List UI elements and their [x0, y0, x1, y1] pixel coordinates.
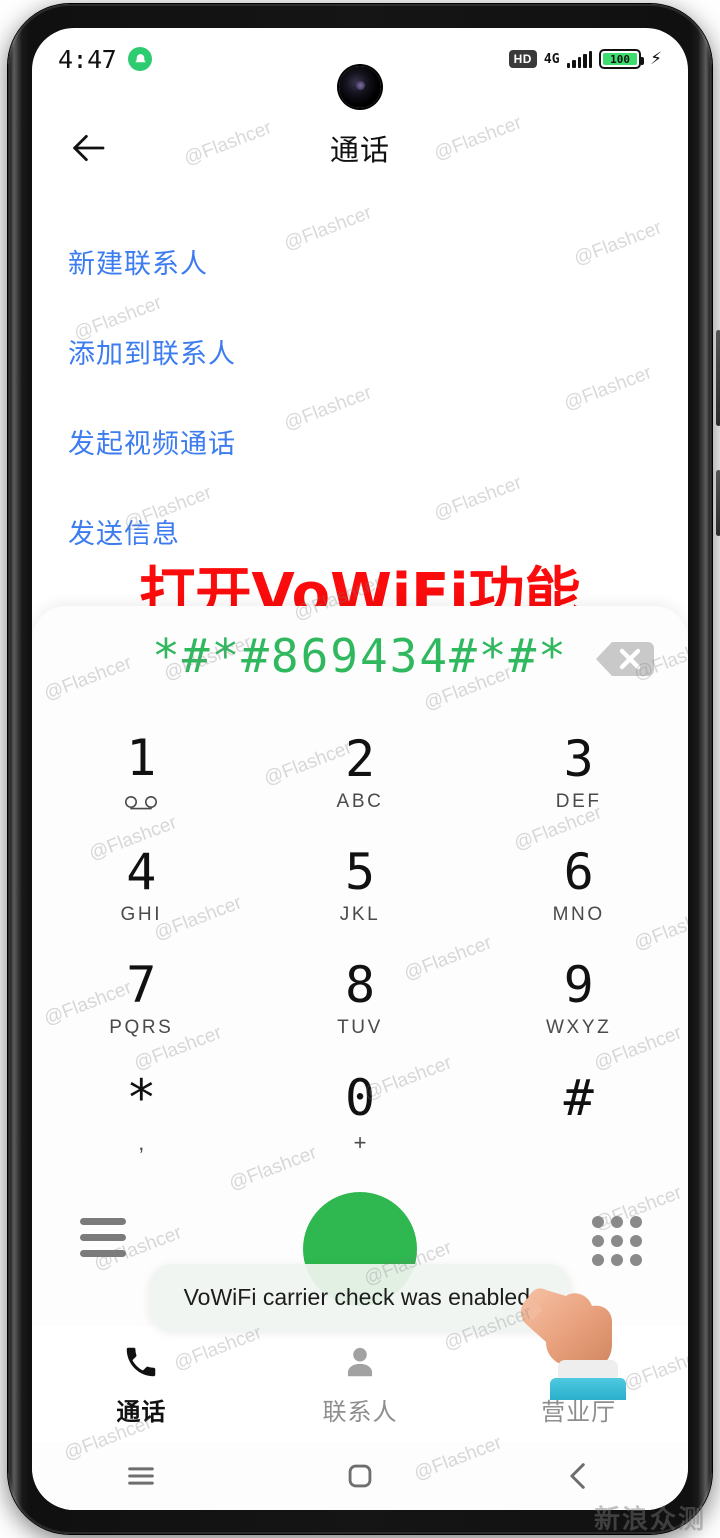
key-4-letters: GHI	[120, 904, 163, 926]
keypad-dots-icon[interactable]	[592, 1216, 642, 1266]
hamburger-menu-icon[interactable]	[80, 1218, 126, 1257]
key-7-digit: 7	[126, 955, 157, 1014]
key-7[interactable]: 7 PQRS	[32, 944, 251, 1057]
key-7-letters: PQRS	[109, 1017, 174, 1039]
key-8[interactable]: 8 TUV	[251, 944, 470, 1057]
key-8-digit: 8	[344, 955, 376, 1014]
key-1-digit: 1	[126, 728, 157, 787]
front-camera	[339, 66, 381, 108]
pointing-hand-cursor	[512, 1260, 662, 1406]
hd-badge: HD	[508, 50, 537, 68]
home-icon[interactable]	[251, 1459, 470, 1493]
key-0-digit: 0	[344, 1068, 376, 1127]
top-navigation-bar: 通话	[32, 106, 688, 190]
menu-item-add-to-contact[interactable]: 添加到联系人	[32, 306, 688, 396]
key-star-sub: ,	[138, 1130, 145, 1156]
key-3[interactable]: 3 DEF	[469, 718, 688, 831]
key-hash[interactable]: #	[469, 1057, 688, 1170]
key-3-digit: 3	[563, 729, 594, 788]
key-5-digit: 5	[344, 842, 376, 901]
key-9-digit: 9	[563, 955, 594, 1014]
key-9-letters: WXYZ	[546, 1017, 612, 1039]
key-star[interactable]: * ,	[32, 1057, 251, 1170]
key-5-letters: JKL	[339, 904, 381, 926]
site-logo-watermark: 新浪众测	[593, 1504, 706, 1535]
voicemail-icon	[124, 792, 158, 814]
toast-message: VoWiFi carrier check was enabled.	[149, 1264, 571, 1331]
page-title: 通话	[329, 135, 390, 167]
key-3-letters: DEF	[555, 791, 602, 813]
key-1[interactable]: 1	[32, 718, 251, 831]
charging-bolt-icon: ⚡	[650, 49, 662, 68]
status-clock: 4:47	[58, 44, 117, 74]
status-bar-left: 4:47	[58, 44, 153, 74]
back-arrow-icon[interactable]	[60, 120, 116, 176]
key-4[interactable]: 4 GHI	[32, 831, 251, 944]
key-0-sub: +	[353, 1130, 367, 1156]
key-hash-digit: #	[563, 1068, 594, 1127]
backspace-icon[interactable]	[594, 640, 654, 678]
key-5[interactable]: 5 JKL	[251, 831, 470, 944]
person-icon	[341, 1342, 379, 1382]
key-star-digit: *	[126, 1068, 157, 1127]
menu-item-video-call[interactable]: 发起视频通话	[32, 396, 688, 486]
tab-calls[interactable]: 通话	[32, 1342, 251, 1427]
dialed-number-display[interactable]: *#*#869434#*#*	[152, 629, 568, 683]
android-navigation-bar	[32, 1442, 688, 1510]
tab-contacts[interactable]: 联系人	[251, 1342, 470, 1427]
recents-icon[interactable]	[32, 1459, 251, 1493]
key-0[interactable]: 0 +	[251, 1057, 470, 1170]
key-6-letters: MNO	[552, 904, 605, 926]
tab-contacts-label: 联系人	[322, 1398, 398, 1426]
volume-button[interactable]	[716, 470, 720, 536]
phone-screen: 4:47 HD 4G 100 ⚡ 通话 新建联系人 添加到联系人 发起视频通话 …	[32, 28, 688, 1510]
key-6-digit: 6	[563, 842, 594, 901]
status-bar-right: HD 4G 100 ⚡	[508, 49, 662, 69]
battery-level-label: 100	[603, 53, 638, 66]
key-2-letters: ABC	[336, 791, 384, 813]
dial-keypad: 1 2 ABC 3 DEF 4 GHI 5 JKL 6 MNO 7 PQRS 8…	[32, 718, 688, 1170]
signal-strength-icon	[566, 50, 593, 68]
key-6[interactable]: 6 MNO	[469, 831, 688, 944]
key-9[interactable]: 9 WXYZ	[469, 944, 688, 1057]
dialed-number-row: *#*#869434#*#*	[32, 606, 688, 706]
context-menu-list: 新建联系人 添加到联系人 发起视频通话 发送信息	[32, 216, 688, 576]
key-4-digit: 4	[126, 842, 157, 901]
network-type-label: 4G	[543, 51, 560, 67]
key-2[interactable]: 2 ABC	[251, 718, 470, 831]
key-2-digit: 2	[344, 729, 376, 788]
battery-icon: 100	[599, 49, 645, 69]
alarm-icon	[128, 47, 153, 71]
tab-calls-label: 通话	[116, 1398, 167, 1426]
back-chevron-icon[interactable]	[469, 1459, 688, 1493]
power-button[interactable]	[716, 330, 720, 426]
menu-item-new-contact[interactable]: 新建联系人	[32, 216, 688, 306]
key-8-letters: TUV	[337, 1017, 383, 1039]
phone-icon	[122, 1342, 160, 1382]
